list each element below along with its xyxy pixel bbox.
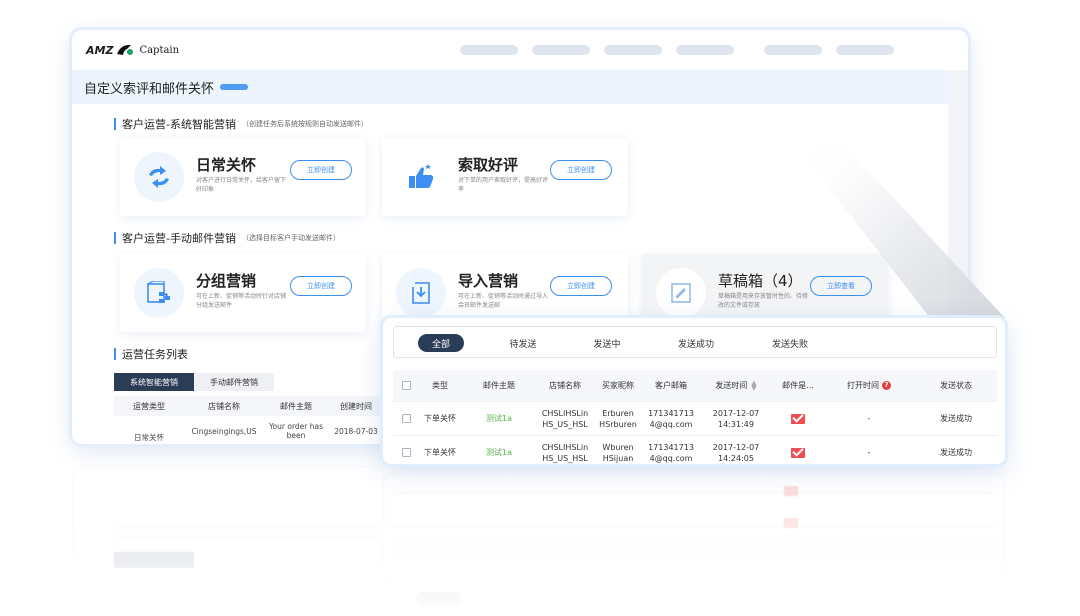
row-checkbox[interactable] <box>393 448 419 457</box>
tab-pending[interactable]: 待发送 <box>498 334 548 352</box>
cell-open-time: - <box>867 414 871 423</box>
cell-sent-time: 2017-12-07 14:31:49 <box>712 408 760 429</box>
column-header-text: 打开时间 <box>847 381 879 390</box>
status-tabs: 全部 待发送 发送中 发送成功 发送失败 <box>393 326 997 358</box>
cell-store: CHSLIHSLin HS_US_HSL <box>541 442 589 463</box>
mail-envelope-icon[interactable] <box>791 447 805 458</box>
cell-mail[interactable] <box>773 413 823 424</box>
cell-email: 171341713 4@qq.com <box>648 408 694 429</box>
column-header: 店铺名称 <box>549 381 581 390</box>
cell-mail[interactable] <box>773 447 823 458</box>
cell-open-time: - <box>867 448 871 457</box>
column-header: 发送状态 <box>940 381 972 390</box>
cell-status: 发送成功 <box>940 448 972 457</box>
cell-store: CHSLIHSLin HS_US_HSL <box>541 408 589 429</box>
column-header: 邮件是... <box>782 381 814 390</box>
sort-icon[interactable]: ▲ ▼ <box>751 379 756 391</box>
row-checkbox[interactable] <box>393 414 419 423</box>
cell-buyer: Erburen HSrburen <box>599 408 637 429</box>
table-header-row: 类型 邮件主题 店铺名称 买家昵称 客户邮箱 发送时间 ▲ ▼ 邮件是... 打开… <box>393 370 997 402</box>
table-row[interactable]: 下单关怀 测试1a CHSLIHSLin HS_US_HSL Wburen HS… <box>393 436 997 464</box>
select-all-checkbox[interactable] <box>393 381 419 390</box>
tab-sent-failed[interactable]: 发送失败 <box>760 334 820 352</box>
cell-buyer: Wburen HSijuan <box>602 442 634 463</box>
column-header: 买家昵称 <box>602 381 634 390</box>
cell-email: 171341713 4@qq.com <box>648 442 694 463</box>
column-header: 类型 <box>432 381 448 390</box>
help-question-icon[interactable]: ? <box>882 381 891 390</box>
cell-type: 下单关怀 <box>424 414 456 423</box>
stage: AMZ Captain 自定义索评和邮件关怀 客户运营-系统智能营销 （创建任务… <box>0 0 1080 616</box>
column-header-open-time: 打开时间 ? <box>823 380 915 391</box>
cell-subject-link[interactable]: 测试1a <box>461 447 537 458</box>
cell-status: 发送成功 <box>940 414 972 423</box>
column-header-text: 发送时间 <box>715 381 748 390</box>
mail-envelope-icon[interactable] <box>791 413 805 424</box>
column-header: 客户邮箱 <box>655 381 687 390</box>
tab-sent-success[interactable]: 发送成功 <box>666 334 726 352</box>
cell-sent-time: 2017-12-07 14:24:05 <box>712 442 760 463</box>
reflection-fade <box>0 466 1080 616</box>
email-records-table: 类型 邮件主题 店铺名称 买家昵称 客户邮箱 发送时间 ▲ ▼ 邮件是... 打开… <box>393 370 997 464</box>
email-records-panel: 全部 待发送 发送中 发送成功 发送失败 类型 邮件主题 店铺名称 买家昵称 客… <box>383 318 1005 464</box>
column-header-sent-time[interactable]: 发送时间 ▲ ▼ <box>699 379 773 391</box>
cell-subject-link[interactable]: 测试1a <box>461 413 537 424</box>
table-row[interactable]: 下单关怀 测试1a CHSLIHSLin HS_US_HSL Erburen H… <box>393 402 997 436</box>
tab-all[interactable]: 全部 <box>418 334 464 352</box>
tab-sending[interactable]: 发送中 <box>582 334 632 352</box>
cell-type: 下单关怀 <box>424 448 456 457</box>
column-header: 邮件主题 <box>483 381 515 390</box>
